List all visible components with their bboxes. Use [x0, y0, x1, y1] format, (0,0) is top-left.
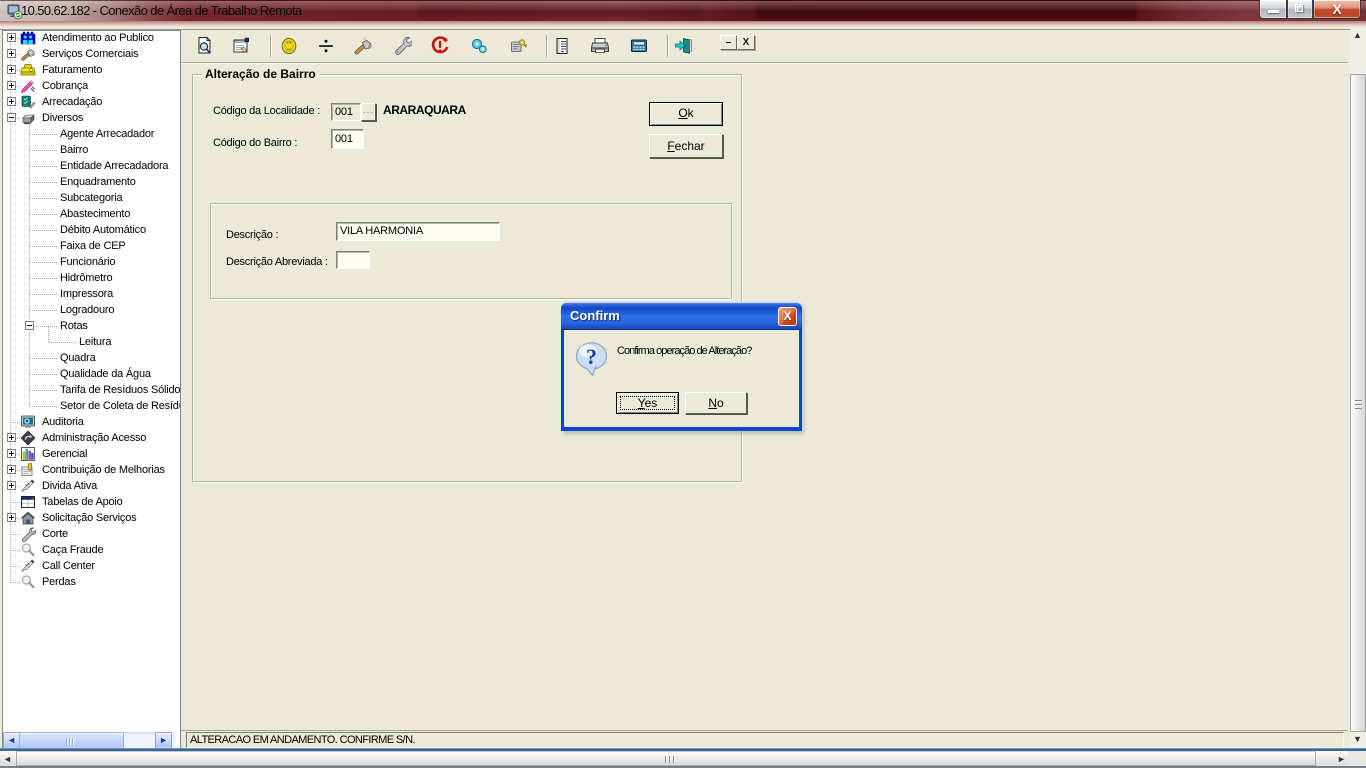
- svg-text:?: ?: [586, 344, 597, 369]
